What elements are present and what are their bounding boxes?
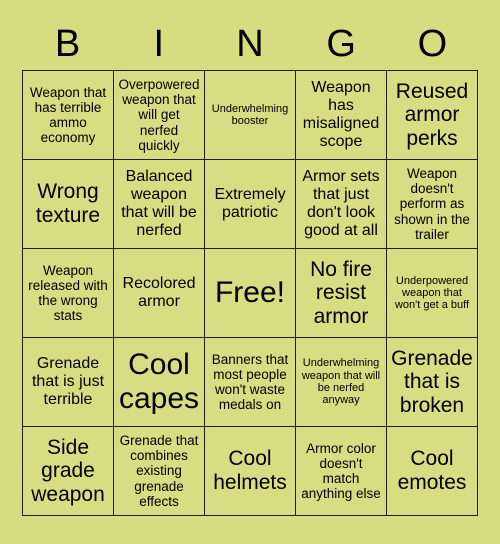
bingo-cell[interactable]: Grenade that is broken (387, 338, 478, 427)
bingo-cell-label: Armor sets that just don't look good at … (302, 168, 380, 239)
header-letter-n: N (236, 23, 264, 65)
bingo-cell[interactable]: Underwhelming booster (205, 71, 296, 160)
bingo-cell-label: Underwhelming weapon that will be nerfed… (301, 357, 381, 407)
bingo-cell[interactable]: Underwhelming weapon that will be nerfed… (296, 338, 387, 427)
bingo-cell[interactable]: Reused armor perks (387, 71, 478, 160)
bingo-cell[interactable]: Cool helmets (205, 427, 296, 516)
bingo-header: B I N G O (22, 18, 478, 70)
bingo-cell[interactable]: Weapon released with the wrong stats (23, 249, 114, 338)
header-letter-o: O (417, 23, 448, 65)
bingo-cell-label: Grenade that combines existing grenade e… (119, 433, 199, 509)
bingo-cell[interactable]: Underpowered weapon that won't get a buf… (387, 249, 478, 338)
bingo-cell-label: Cool emotes (397, 447, 467, 494)
bingo-cell[interactable]: Cool capes (114, 338, 205, 427)
bingo-cell-label: Recolored armor (122, 275, 196, 310)
bingo-cell[interactable]: Wrong texture (23, 160, 114, 249)
bingo-cell-label: Extremely patriotic (214, 186, 286, 221)
bingo-cell[interactable]: Banners that most people won't waste med… (205, 338, 296, 427)
bingo-cell[interactable]: Extremely patriotic (205, 160, 296, 249)
bingo-cell-label: Balanced weapon that will be nerfed (121, 168, 197, 239)
bingo-cell[interactable]: Recolored armor (114, 249, 205, 338)
bingo-cell-label: No fire resist armor (310, 257, 372, 328)
bingo-cell-label: Grenade that is broken (391, 346, 473, 417)
bingo-cell-label: Side grade weapon (31, 435, 105, 506)
bingo-cell-label: Cool capes (118, 348, 200, 415)
bingo-cell-label: Underpowered weapon that won't get a buf… (394, 274, 470, 312)
bingo-cell-label: Weapon that has terrible ammo economy (29, 84, 107, 146)
bingo-cell-label: Weapon released with the wrong stats (28, 262, 108, 324)
bingo-cell[interactable]: Cool emotes (387, 427, 478, 516)
bingo-cell[interactable]: No fire resist armor (296, 249, 387, 338)
header-letter-b: B (54, 23, 81, 65)
bingo-cell-label: Reused armor perks (395, 79, 469, 150)
bingo-cell-label: Grenade that is just terrible (31, 355, 105, 408)
bingo-cell[interactable]: Free! (205, 249, 296, 338)
bingo-cell-label: Armor color doesn't match anything else (301, 440, 381, 502)
bingo-cell-label: Cool helmets (213, 447, 287, 494)
bingo-cell-label: Weapon has misaligned scope (302, 79, 380, 150)
bingo-cell-label: Banners that most people won't waste med… (211, 351, 289, 413)
bingo-cell[interactable]: Weapon doesn't perform as shown in the t… (387, 160, 478, 249)
bingo-cell[interactable]: Side grade weapon (23, 427, 114, 516)
bingo-cell-label: Free! (214, 276, 286, 310)
bingo-cell[interactable]: Overpowered weapon that will get nerfed … (114, 71, 205, 160)
bingo-cell[interactable]: Weapon has misaligned scope (296, 71, 387, 160)
bingo-cell[interactable]: Grenade that is just terrible (23, 338, 114, 427)
bingo-cell[interactable]: Grenade that combines existing grenade e… (114, 427, 205, 516)
bingo-cell-label: Overpowered weapon that will get nerfed … (118, 77, 200, 153)
bingo-cell[interactable]: Armor sets that just don't look good at … (296, 160, 387, 249)
bingo-cell[interactable]: Balanced weapon that will be nerfed (114, 160, 205, 249)
bingo-grid: Weapon that has terrible ammo economy Ove… (22, 70, 478, 516)
bingo-cell-label: Wrong texture (35, 180, 101, 227)
bingo-cell[interactable]: Armor color doesn't match anything else (296, 427, 387, 516)
header-letter-g: G (326, 23, 356, 65)
bingo-cell[interactable]: Weapon that has terrible ammo economy (23, 71, 114, 160)
bingo-cell-label: Underwhelming booster (211, 102, 289, 127)
bingo-cell-label: Weapon doesn't perform as shown in the t… (394, 166, 470, 242)
header-letter-i: I (153, 23, 165, 65)
bingo-card: B I N G O Weapon that has terrible ammo … (0, 0, 500, 544)
